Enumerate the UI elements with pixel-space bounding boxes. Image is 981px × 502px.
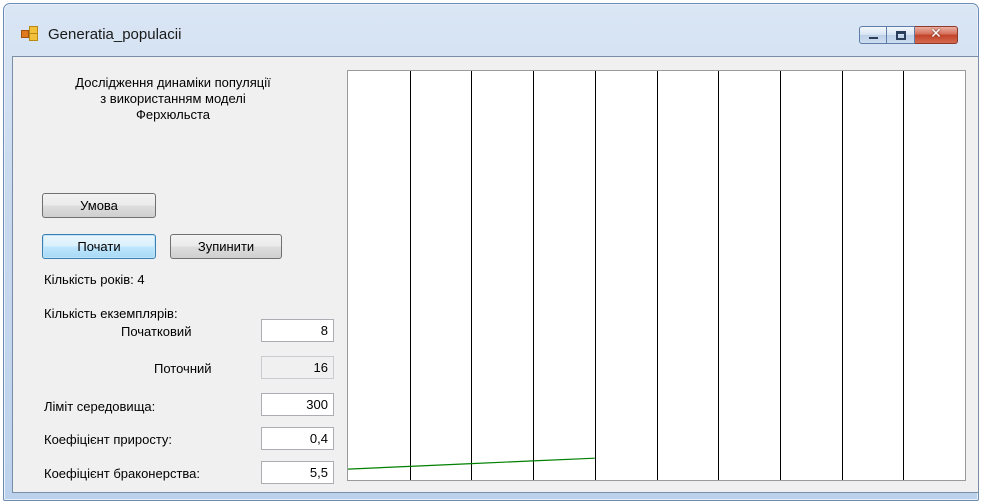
form-client-area: Дослідження динаміки популяції з викорис… <box>12 56 979 493</box>
specimens-label: Кількість екземплярів: <box>44 306 178 321</box>
app-window: Generatia_populacii ✕ Дослідження динамі… <box>3 3 979 501</box>
close-button[interactable]: ✕ <box>915 26 958 44</box>
maximize-button[interactable] <box>887 26 915 44</box>
growth-label: Коефіцієнт приросту: <box>44 432 173 447</box>
close-icon: ✕ <box>930 26 942 42</box>
app-icon <box>21 26 38 41</box>
stop-button[interactable]: Зупинити <box>170 234 282 259</box>
window-title: Generatia_populacii <box>48 26 182 43</box>
minimize-button[interactable] <box>859 26 887 44</box>
current-label: Поточний <box>154 361 212 376</box>
task-heading: Дослідження динаміки популяції з викорис… <box>75 75 271 122</box>
poaching-coefficient-field[interactable]: 5,5 <box>261 461 334 484</box>
title-bar[interactable]: Generatia_populacii ✕ <box>4 4 978 50</box>
env-limit-label: Ліміт середовища: <box>44 399 156 414</box>
current-count-field: 16 <box>261 356 334 379</box>
poaching-label: Коефіцієнт браконерства: <box>44 466 200 481</box>
initial-count-field[interactable]: 8 <box>261 319 334 342</box>
minimize-icon <box>869 37 878 39</box>
growth-coefficient-field[interactable]: 0,4 <box>261 427 334 450</box>
population-chart <box>347 70 966 481</box>
env-limit-field[interactable]: 300 <box>261 393 334 416</box>
caption-buttons: ✕ <box>859 26 958 46</box>
population-chart-svg <box>348 71 904 480</box>
start-button[interactable]: Почати <box>42 234 156 259</box>
initial-label: Початковий <box>121 324 192 339</box>
maximize-icon <box>896 31 906 40</box>
condition-button[interactable]: Умова <box>42 193 156 218</box>
years-label: Кількість років: 4 <box>44 272 145 287</box>
